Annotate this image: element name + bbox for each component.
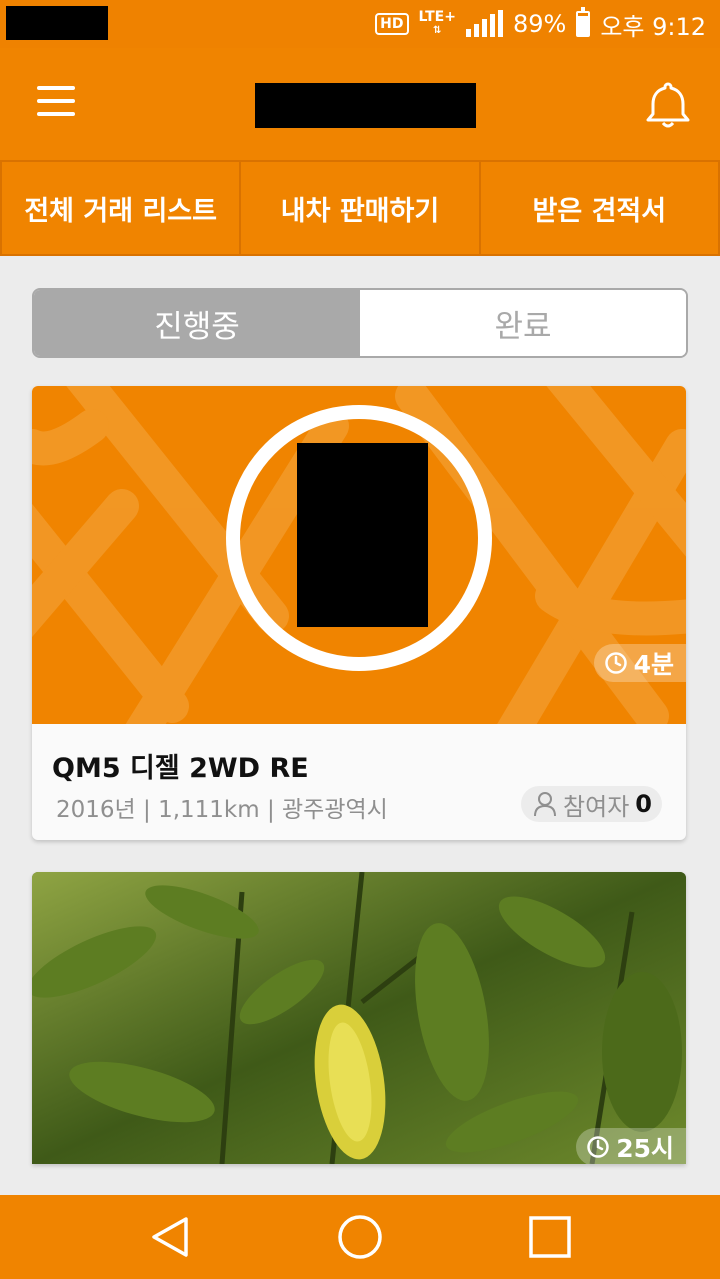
menu-icon[interactable]: [34, 86, 78, 122]
time-remaining-text: 4분: [633, 650, 674, 679]
time-remaining-badge: 4분: [593, 644, 686, 682]
top-navigation: 전체 거래 리스트 내차 판매하기 받은 견적서: [0, 160, 720, 256]
hd-voice-icon: HD: [375, 13, 409, 35]
car-placeholder-image: [32, 386, 686, 724]
participants-label: 참여자: [563, 792, 630, 821]
network-type-icon: LTE+ ⇅: [418, 9, 456, 36]
deal-card[interactable]: 25시: [32, 872, 686, 1164]
redacted-notification-area: [6, 6, 108, 40]
battery-icon: [576, 7, 591, 37]
car-details: 2016년 | 1,111km | 광주광역시: [56, 797, 388, 823]
participants-count: 0: [635, 790, 652, 818]
recents-icon[interactable]: [526, 1213, 574, 1261]
deal-card[interactable]: 4분 QM5 디젤 2WD RE 2016년 | 1,111km | 광주광역시…: [32, 386, 686, 840]
tab-received-quotes[interactable]: 받은 견적서: [480, 160, 720, 254]
segment-in-progress[interactable]: 진행중: [34, 290, 360, 356]
status-bar: HD LTE+ ⇅ 89% 오후 9:12: [0, 0, 720, 48]
battery-percent: 89%: [512, 10, 567, 38]
home-icon[interactable]: [336, 1213, 384, 1261]
clock-icon: [604, 652, 627, 674]
app-bar: [0, 48, 720, 160]
tab-all-deals[interactable]: 전체 거래 리스트: [0, 160, 242, 254]
person-icon: [534, 792, 557, 817]
time-remaining-badge: 25시: [576, 1128, 686, 1164]
status-icons: HD LTE+ ⇅ 89% 오후 9:12: [375, 0, 706, 48]
time-remaining-text: 25시: [616, 1134, 674, 1163]
participants-badge: 참여자 0: [521, 786, 662, 822]
bell-icon[interactable]: [642, 78, 694, 130]
status-segmented-control: 진행중 완료: [32, 288, 688, 358]
redacted-app-title: [255, 83, 476, 128]
system-navigation-bar: [0, 1195, 720, 1279]
signal-icon: [465, 10, 503, 37]
clock-icon: [587, 1136, 609, 1158]
clock-time: 오후 9:12: [600, 12, 706, 41]
back-icon[interactable]: [146, 1213, 194, 1261]
car-photo-image: [32, 872, 686, 1164]
car-title: QM5 디젤 2WD RE: [52, 753, 309, 784]
segment-completed[interactable]: 완료: [360, 290, 686, 356]
tab-sell-my-car[interactable]: 내차 판매하기: [241, 160, 481, 254]
